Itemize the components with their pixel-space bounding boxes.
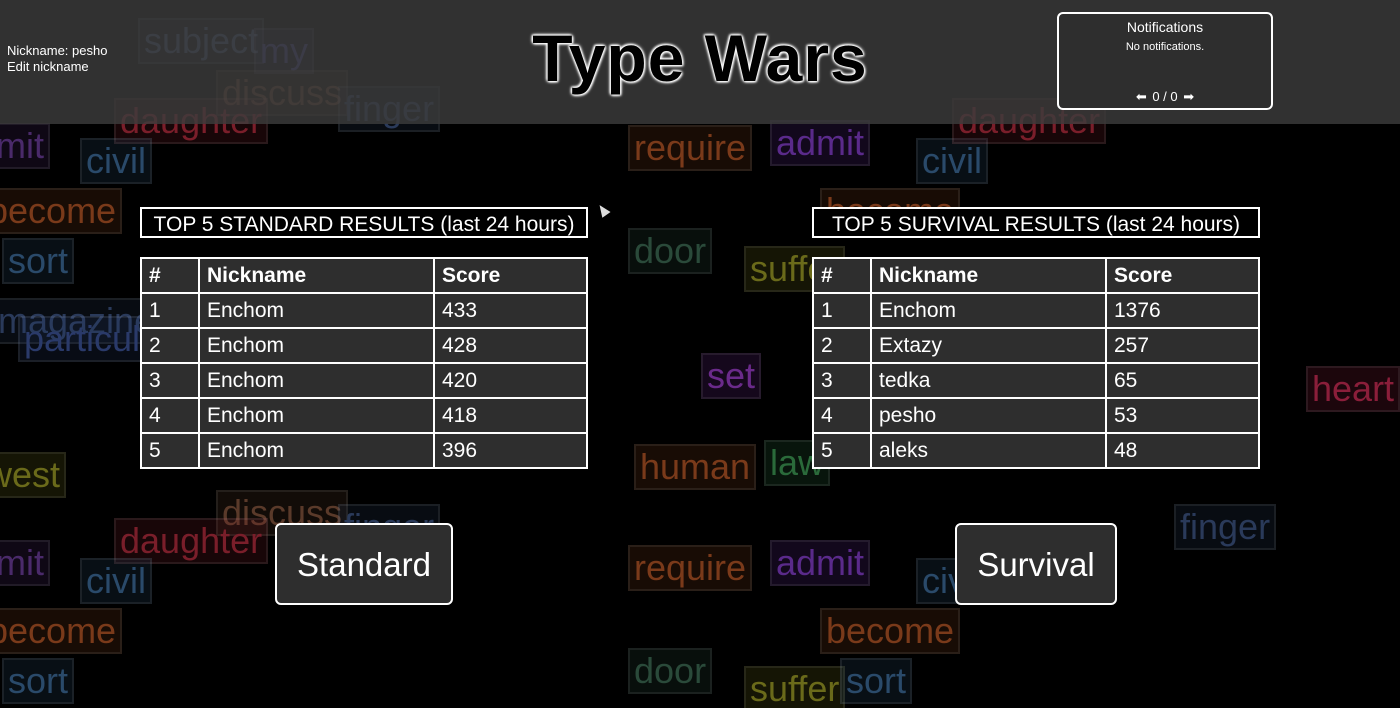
background-word: become: [0, 608, 123, 654]
table-header-row: # Nickname Score: [812, 257, 1260, 294]
rank-cell: 5: [812, 432, 872, 469]
background-word: require: [628, 545, 753, 591]
notifications-pager: ⬅ 0 / 0 ➡: [1059, 89, 1271, 105]
background-word: door: [628, 648, 713, 694]
nickname-cell: aleks: [870, 432, 1107, 469]
background-word: civil: [80, 558, 152, 604]
column-header-score: Score: [433, 257, 588, 294]
table-row: 3 tedka 65: [812, 362, 1260, 399]
notifications-empty-text: No notifications.: [1125, 41, 1205, 53]
header-bar: Nickname: pesho Edit nickname Type Wars …: [0, 0, 1400, 124]
rank-cell: 2: [140, 327, 200, 364]
table-row: 2 Enchom 428: [140, 327, 588, 364]
nickname-cell: tedka: [870, 362, 1107, 399]
notifications-counter: 0 / 0: [1152, 89, 1178, 104]
standard-mode-button[interactable]: Standard: [275, 523, 453, 605]
background-word: civil: [80, 138, 152, 184]
background-word: heart: [1306, 366, 1400, 412]
column-header-rank: #: [140, 257, 200, 294]
nickname-cell: Enchom: [198, 397, 435, 434]
nickname-cell: Enchom: [198, 362, 435, 399]
background-word: become: [820, 608, 961, 654]
nickname-cell: Enchom: [870, 292, 1107, 329]
table-row: 4 pesho 53: [812, 397, 1260, 434]
background-word: suffer: [744, 666, 846, 708]
score-cell: 257: [1105, 327, 1260, 364]
background-word: sort: [840, 658, 913, 704]
table-row: 3 Enchom 420: [140, 362, 588, 399]
background-word: set: [701, 353, 762, 399]
rank-cell: 1: [812, 292, 872, 329]
score-cell: 53: [1105, 397, 1260, 434]
background-word: human: [634, 444, 757, 490]
rank-cell: 1: [140, 292, 200, 329]
notifications-title: Notifications: [1126, 19, 1204, 35]
background-word: require: [628, 125, 753, 171]
table-header-row: # Nickname Score: [140, 257, 588, 294]
score-cell: 396: [433, 432, 588, 469]
score-cell: 418: [433, 397, 588, 434]
rank-cell: 2: [812, 327, 872, 364]
table-row: 5 Enchom 396: [140, 432, 588, 469]
table-row: 4 Enchom 418: [140, 397, 588, 434]
background-word: sort: [2, 658, 75, 704]
rank-cell: 4: [812, 397, 872, 434]
nickname-cell: pesho: [870, 397, 1107, 434]
score-cell: 433: [433, 292, 588, 329]
score-cell: 420: [433, 362, 588, 399]
nickname-cell: Enchom: [198, 292, 435, 329]
background-word: admit: [770, 540, 871, 586]
column-header-score: Score: [1105, 257, 1260, 294]
score-cell: 65: [1105, 362, 1260, 399]
survival-results-caption: TOP 5 SURVIVAL RESULTS (last 24 hours): [812, 207, 1260, 238]
background-word: admit: [770, 120, 871, 166]
standard-results-table: # Nickname Score 1 Enchom 433 2 Enchom 428 3 En…: [140, 257, 588, 469]
background-word: sort: [2, 238, 75, 284]
next-arrow-icon[interactable]: ➡: [1181, 89, 1196, 104]
standard-results-caption: TOP 5 STANDARD RESULTS (last 24 hours): [140, 207, 588, 238]
nickname-cell: Enchom: [198, 432, 435, 469]
table-row: 1 Enchom 433: [140, 292, 588, 329]
background-word: west: [0, 452, 67, 498]
score-cell: 48: [1105, 432, 1260, 469]
rank-cell: 4: [140, 397, 200, 434]
background-word: finger: [1174, 504, 1277, 550]
table-row: 5 aleks 48: [812, 432, 1260, 469]
column-header-rank: #: [812, 257, 872, 294]
background-word: become: [0, 188, 123, 234]
nickname-cell: Extazy: [870, 327, 1107, 364]
score-cell: 1376: [1105, 292, 1260, 329]
background-word: civil: [916, 138, 988, 184]
survival-mode-button[interactable]: Survival: [955, 523, 1117, 605]
rank-cell: 5: [140, 432, 200, 469]
background-word: mit: [0, 123, 50, 169]
rank-cell: 3: [140, 362, 200, 399]
prev-arrow-icon[interactable]: ⬅: [1134, 89, 1149, 104]
score-cell: 428: [433, 327, 588, 364]
nickname-cell: Enchom: [198, 327, 435, 364]
background-word: mit: [0, 540, 50, 586]
background-word: door: [628, 228, 713, 274]
table-row: 1 Enchom 1376: [812, 292, 1260, 329]
notifications-panel: Notifications No notifications. ⬅ 0 / 0 …: [1057, 12, 1273, 110]
column-header-nickname: Nickname: [870, 257, 1107, 294]
rank-cell: 3: [812, 362, 872, 399]
column-header-nickname: Nickname: [198, 257, 435, 294]
survival-results-table: # Nickname Score 1 Enchom 1376 2 Extazy 257 3 t…: [812, 257, 1260, 469]
table-row: 2 Extazy 257: [812, 327, 1260, 364]
